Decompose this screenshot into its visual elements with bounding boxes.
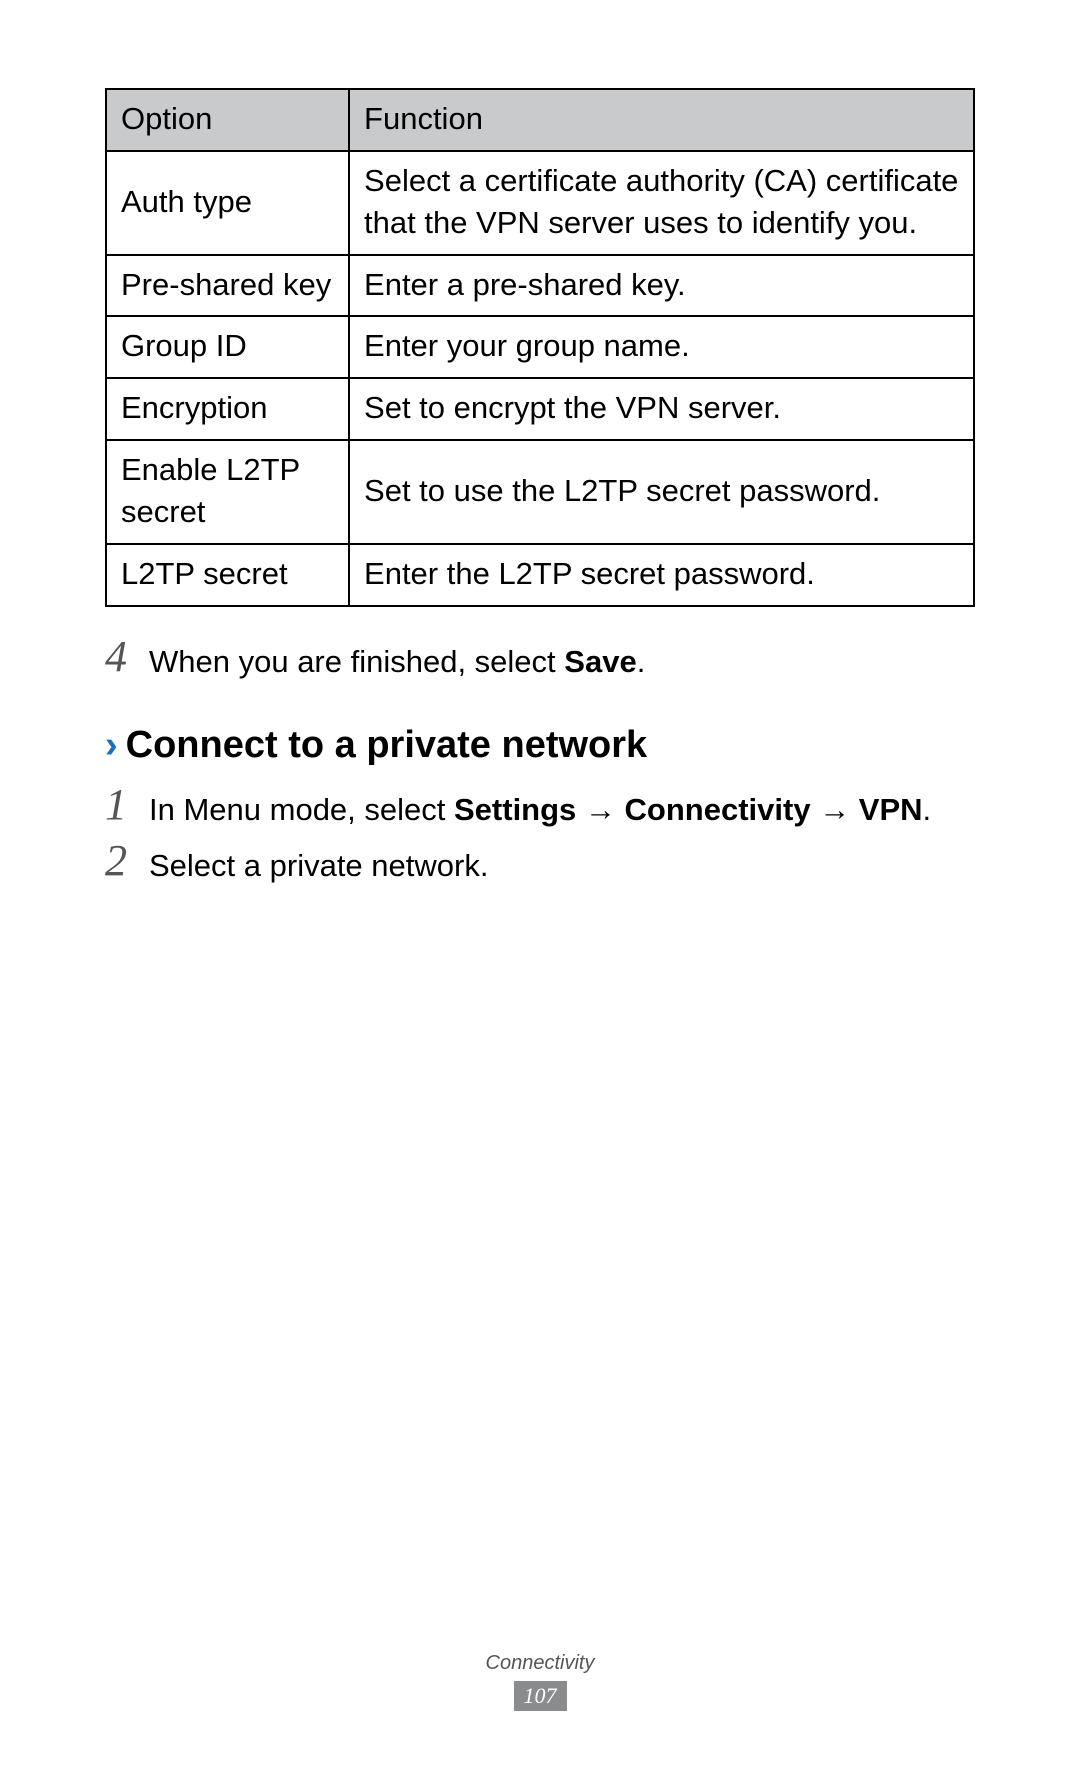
arrow-icon: → — [811, 792, 859, 827]
text-bold: Connectivity — [625, 792, 811, 827]
cell-option: Group ID — [106, 316, 349, 378]
table-row: Group ID Enter your group name. — [106, 316, 974, 378]
table-header-function: Function — [349, 89, 974, 151]
cell-function: Set to use the L2TP secret password. — [349, 440, 974, 544]
cell-function: Select a certificate authority (CA) cert… — [349, 151, 974, 255]
table-row: Encryption Set to encrypt the VPN server… — [106, 378, 974, 440]
step-text: Select a private network. — [149, 841, 975, 887]
cell-option: Encryption — [106, 378, 349, 440]
section-heading: › Connect to a private network — [105, 724, 975, 767]
step-1: 1 In Menu mode, select Settings → Connec… — [105, 785, 975, 831]
cell-option: Enable L2TP secret — [106, 440, 349, 544]
cell-function: Set to encrypt the VPN server. — [349, 378, 974, 440]
page-number: 107 — [514, 1681, 567, 1711]
options-table: Option Function Auth type Select a certi… — [105, 88, 975, 607]
cell-function: Enter the L2TP secret password. — [349, 544, 974, 606]
text-bold: VPN — [859, 792, 923, 827]
chevron-icon: › — [105, 724, 118, 767]
text-bold: Settings — [454, 792, 576, 827]
table-row: Auth type Select a certificate authority… — [106, 151, 974, 255]
step-2: 2 Select a private network. — [105, 841, 975, 887]
step-4: 4 When you are finished, select Save. — [105, 637, 975, 683]
arrow-icon: → — [576, 792, 624, 827]
cell-option: Pre-shared key — [106, 255, 349, 317]
table-row: L2TP secret Enter the L2TP secret passwo… — [106, 544, 974, 606]
step-number: 2 — [105, 839, 149, 883]
text: When you are finished, select — [149, 644, 564, 679]
cell-function: Enter your group name. — [349, 316, 974, 378]
table-row: Pre-shared key Enter a pre-shared key. — [106, 255, 974, 317]
cell-function: Enter a pre-shared key. — [349, 255, 974, 317]
text: . — [637, 644, 646, 679]
text-bold: Save — [564, 644, 636, 679]
step-number: 1 — [105, 783, 149, 827]
table-header-option: Option — [106, 89, 349, 151]
cell-option: L2TP secret — [106, 544, 349, 606]
cell-option: Auth type — [106, 151, 349, 255]
table-row: Enable L2TP secret Set to use the L2TP s… — [106, 440, 974, 544]
step-text: In Menu mode, select Settings → Connecti… — [149, 785, 975, 831]
heading-text: Connect to a private network — [126, 724, 648, 767]
step-number: 4 — [105, 635, 149, 679]
step-text: When you are finished, select Save. — [149, 637, 975, 683]
footer-section-label: Connectivity — [0, 1652, 1080, 1675]
page-footer: Connectivity 107 — [0, 1652, 1080, 1711]
text: In Menu mode, select — [149, 792, 454, 827]
text: . — [923, 792, 932, 827]
